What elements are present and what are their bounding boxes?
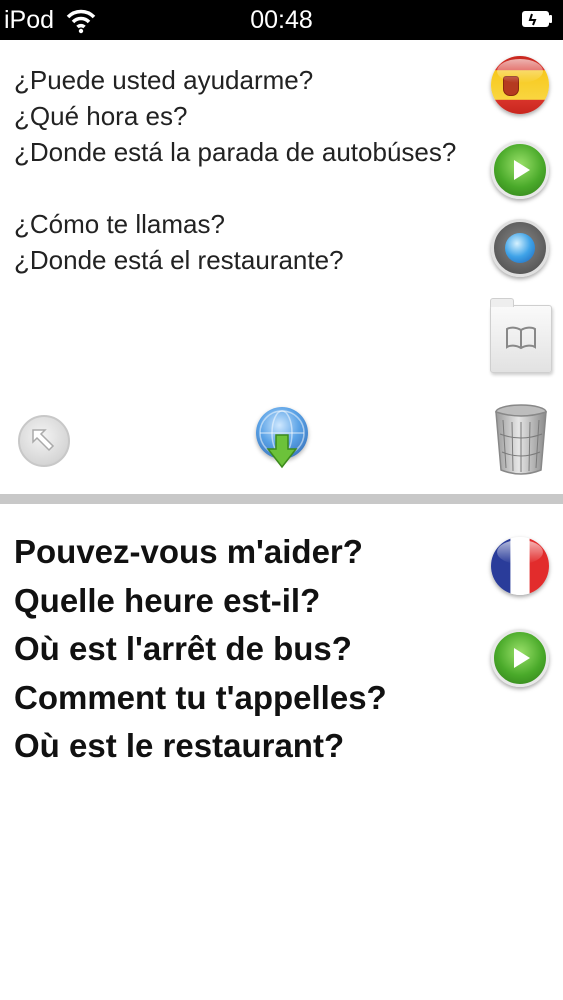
battery-icon (522, 11, 552, 27)
source-line: ¿Donde está el restaurante? (14, 245, 344, 275)
flag-gloss (497, 540, 543, 564)
source-text[interactable]: ¿Puede usted ayudarme? ¿Qué hora es? ¿Do… (14, 62, 474, 278)
translate-button[interactable] (256, 407, 308, 469)
back-button[interactable] (18, 415, 70, 467)
target-line: Comment tu t'appelles? (14, 678, 387, 716)
folder-tab (490, 298, 514, 307)
france-flag-icon[interactable] (491, 537, 549, 595)
spain-flag-icon[interactable] (491, 56, 549, 114)
target-line: Où est l'arrêt de bus? (14, 630, 352, 667)
trash-icon[interactable] (494, 404, 548, 476)
play-icon (514, 160, 530, 180)
play-source-button[interactable] (491, 141, 549, 199)
back-arrow-icon (32, 429, 55, 452)
target-text[interactable]: Pouvez-vous m'aider? Quelle heure est-il… (14, 528, 474, 771)
panel-divider (0, 494, 563, 504)
record-icon (505, 233, 535, 263)
play-icon (514, 648, 530, 668)
source-line: ¿Donde está la parada de autobúses? (14, 137, 457, 167)
record-button[interactable] (491, 219, 549, 277)
source-line: ¿Cómo te llamas? (14, 209, 225, 239)
phrasebook-button[interactable] (490, 298, 552, 373)
target-line: Où est le restaurant? (14, 727, 345, 764)
play-target-button[interactable] (491, 629, 549, 687)
clock: 00:48 (250, 6, 313, 34)
target-line: Quelle heure est-il? (14, 581, 321, 619)
status-bar: iPod 00:48 (0, 0, 563, 40)
target-line: Pouvez-vous m'aider? (14, 533, 363, 570)
source-line: ¿Qué hora es? (14, 101, 188, 131)
globe-download-icon (259, 410, 305, 469)
source-line: ¿Puede usted ayudarme? (14, 65, 314, 95)
flag-gloss (497, 59, 543, 83)
book-icon (506, 326, 536, 350)
